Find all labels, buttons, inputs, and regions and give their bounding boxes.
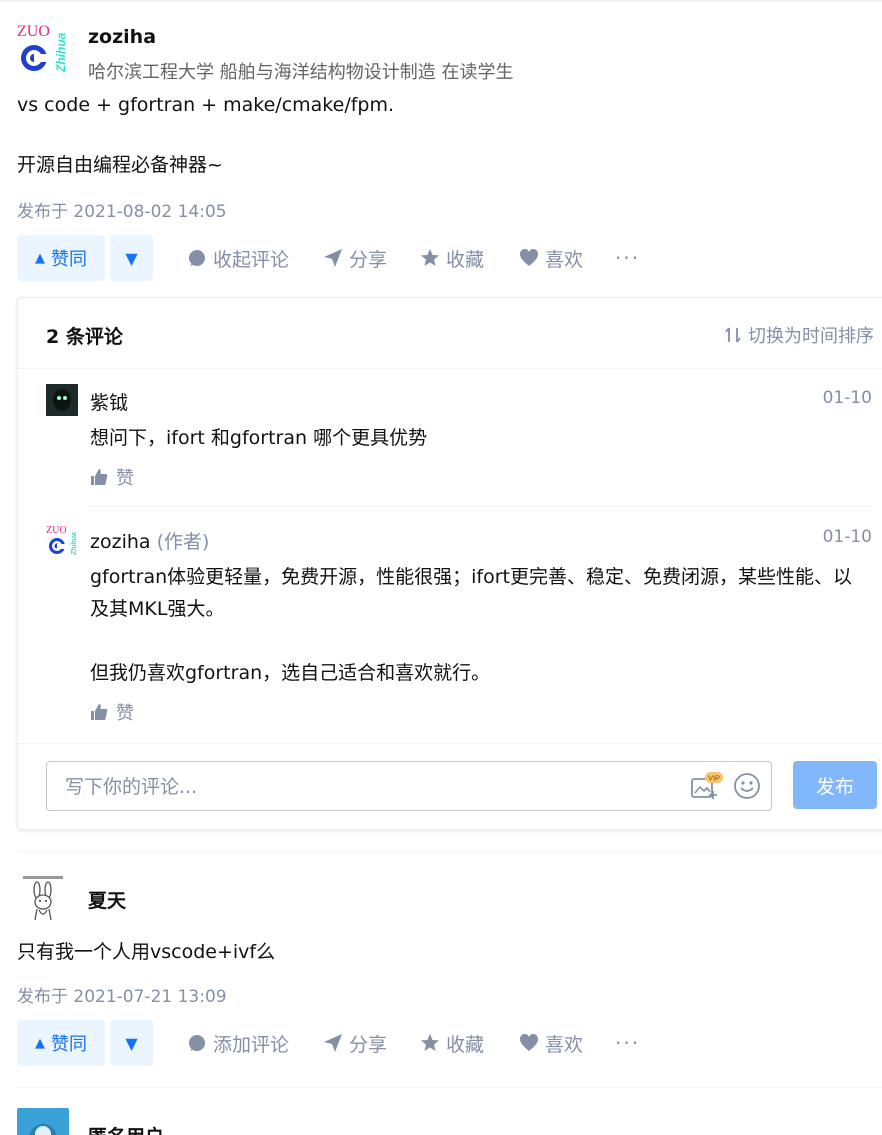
share-button[interactable]: 分享 [323,235,387,281]
comments-count: 2 条评论 [46,326,123,348]
author-avatar[interactable]: ZUO Zhihua [17,20,69,72]
comment-like-label: 赞 [116,703,134,724]
content-line: 只有我一个人用vscode+ivf么 [17,941,276,963]
answer-item: ZUO Zhihua zoziha 哈尔滨工程大学 船舶与海洋结构物设计制造 在… [17,20,882,282]
answer-item: 匿名用户 [17,1108,882,1135]
comment-like-label: 赞 [116,468,134,489]
avatar-text: ZUO [46,525,67,536]
comment-like-button[interactable]: 赞 [90,699,134,725]
add-comment-label: 添加评论 [213,1033,290,1056]
comment-body: gfortran体验更轻量，免费开源，性能很强；ifort更完善、稳定、免费闭源… [90,561,860,689]
avatar-text-side: Zhihua [54,32,68,72]
comment-time: 01-10 [822,527,872,547]
triangle-down-icon: ▼ [125,1033,138,1053]
author-avatar[interactable] [17,870,69,922]
author-name[interactable]: 夏天 [88,886,126,913]
comment-input[interactable] [63,762,667,812]
comment-input-box[interactable]: VIP [46,761,772,812]
content-line: 开源自由编程必备神器~ [17,154,223,176]
collect-label: 收藏 [446,1033,485,1056]
avatar-text: ZUO [17,23,50,40]
vote-up-button[interactable]: ▲ 赞同 [17,1020,105,1066]
author-info: ZUO Zhihua zoziha 哈尔滨工程大学 船舶与海洋结构物设计制造 在… [17,20,882,83]
action-bar: ▲ 赞同 ▼ 添加评论 分享 收藏 喜欢 ··· [17,1020,882,1066]
share-button[interactable]: 分享 [323,1020,387,1066]
share-label: 分享 [349,248,388,271]
comments-panel: 2 条评论 切换为时间排序 紫钺 01-10 想问下，ifort 和gfortr… [17,297,882,830]
anonymous-avatar[interactable] [17,1108,69,1135]
answer-content: 只有我一个人用vscode+ivf么 [17,937,275,967]
commenter-avatar[interactable]: ZUO Zhihua [46,523,78,555]
comments-header: 2 条评论 切换为时间排序 [18,298,882,369]
like-button[interactable]: 喜欢 [519,235,583,281]
thumbs-up-icon [91,704,108,720]
vote-up-label: 赞同 [51,1034,87,1055]
vote-up-label: 赞同 [51,249,87,270]
more-button[interactable]: ··· [615,235,640,281]
comment-line: 想问下，ifort 和gfortran 哪个更具优势 [90,427,428,449]
share-label: 分享 [349,1033,388,1056]
emoji-icon[interactable] [733,772,761,800]
comment-line: gfortran体验更轻量，免费开源，性能很强；ifort更完善、稳定、免费闭源… [90,566,852,620]
action-bar: ▲ 赞同 ▼ 收起评论 分享 收藏 喜欢 ··· [17,235,882,281]
comment-toggle-label: 收起评论 [213,248,290,271]
paper-plane-icon [324,1034,342,1052]
star-icon [421,1034,439,1051]
comment-item: ZUO Zhihua zoziha (作者) 01-10 gfortran体验更… [46,523,872,733]
heart-icon [520,1034,538,1051]
comment-bubble-icon [189,250,205,266]
answer-content: vs code + gfortran + make/cmake/fpm. 开源自… [17,90,394,180]
thumbs-up-icon [91,469,108,485]
paper-plane-icon [324,249,342,267]
top-divider [0,0,882,2]
content-line: vs code + gfortran + make/cmake/fpm. [17,94,395,116]
author-name[interactable]: zoziha [88,26,156,48]
vote-down-button[interactable]: ▼ [110,235,153,281]
author-role-tag: (作者) [156,531,210,553]
commenter-name-wrap: zoziha (作者) [90,527,209,554]
star-icon [421,249,439,266]
vip-badge: VIP [708,774,720,783]
answer-item: 夏天 只有我一个人用vscode+ivf么 发布于 2021-07-21 13:… [17,870,882,1070]
commenter-avatar[interactable] [46,384,78,416]
comment-line: 但我仍喜欢gfortran，选自己适合和喜欢就行。 [90,662,491,684]
answer-divider [17,851,882,852]
like-label: 喜欢 [545,248,584,271]
publish-time[interactable]: 发布于 2021-08-02 14:05 [17,197,227,222]
vote-down-button[interactable]: ▼ [110,1020,153,1066]
heart-icon [520,249,538,266]
comment-time: 01-10 [822,388,872,408]
sort-toggle-label: 切换为时间排序 [748,326,874,347]
triangle-up-icon: ▲ [35,250,45,266]
publish-time[interactable]: 发布于 2021-07-21 13:09 [17,982,227,1007]
like-label: 喜欢 [545,1033,584,1056]
author-name[interactable]: 匿名用户 [88,1122,164,1135]
collect-button[interactable]: 收藏 [420,1020,484,1066]
comment-body: 想问下，ifort 和gfortran 哪个更具优势 [90,422,860,454]
like-button[interactable]: 喜欢 [519,1020,583,1066]
more-button[interactable]: ··· [615,1020,640,1066]
triangle-down-icon: ▼ [125,248,138,268]
triangle-up-icon: ▲ [35,1035,45,1051]
comment-editor: VIP 发布 [18,743,882,830]
author-headline: 哈尔滨工程大学 船舶与海洋结构物设计制造 在读学生 [88,62,514,83]
image-upload-icon[interactable]: VIP [691,772,723,800]
submit-comment-button[interactable]: 发布 [793,761,877,809]
collect-button[interactable]: 收藏 [420,235,484,281]
avatar-text-side: Zhihua [71,532,78,555]
sort-arrows-icon [725,327,741,343]
comment-divider [90,506,872,507]
vote-up-button[interactable]: ▲ 赞同 [17,235,105,281]
author-info: 夏天 [17,870,882,926]
comment-bubble-icon [189,1035,205,1051]
comment-item: 紫钺 01-10 想问下，ifort 和gfortran 哪个更具优势 赞 [46,384,872,494]
comment-toggle-button[interactable]: 收起评论 [187,235,289,281]
commenter-name[interactable]: zoziha [90,531,151,553]
sort-toggle-button[interactable]: 切换为时间排序 [724,322,874,348]
collect-label: 收藏 [446,248,485,271]
commenter-name[interactable]: 紫钺 [90,388,128,415]
add-comment-button[interactable]: 添加评论 [187,1020,289,1066]
comment-like-button[interactable]: 赞 [90,464,134,490]
answer-divider [17,1087,882,1088]
